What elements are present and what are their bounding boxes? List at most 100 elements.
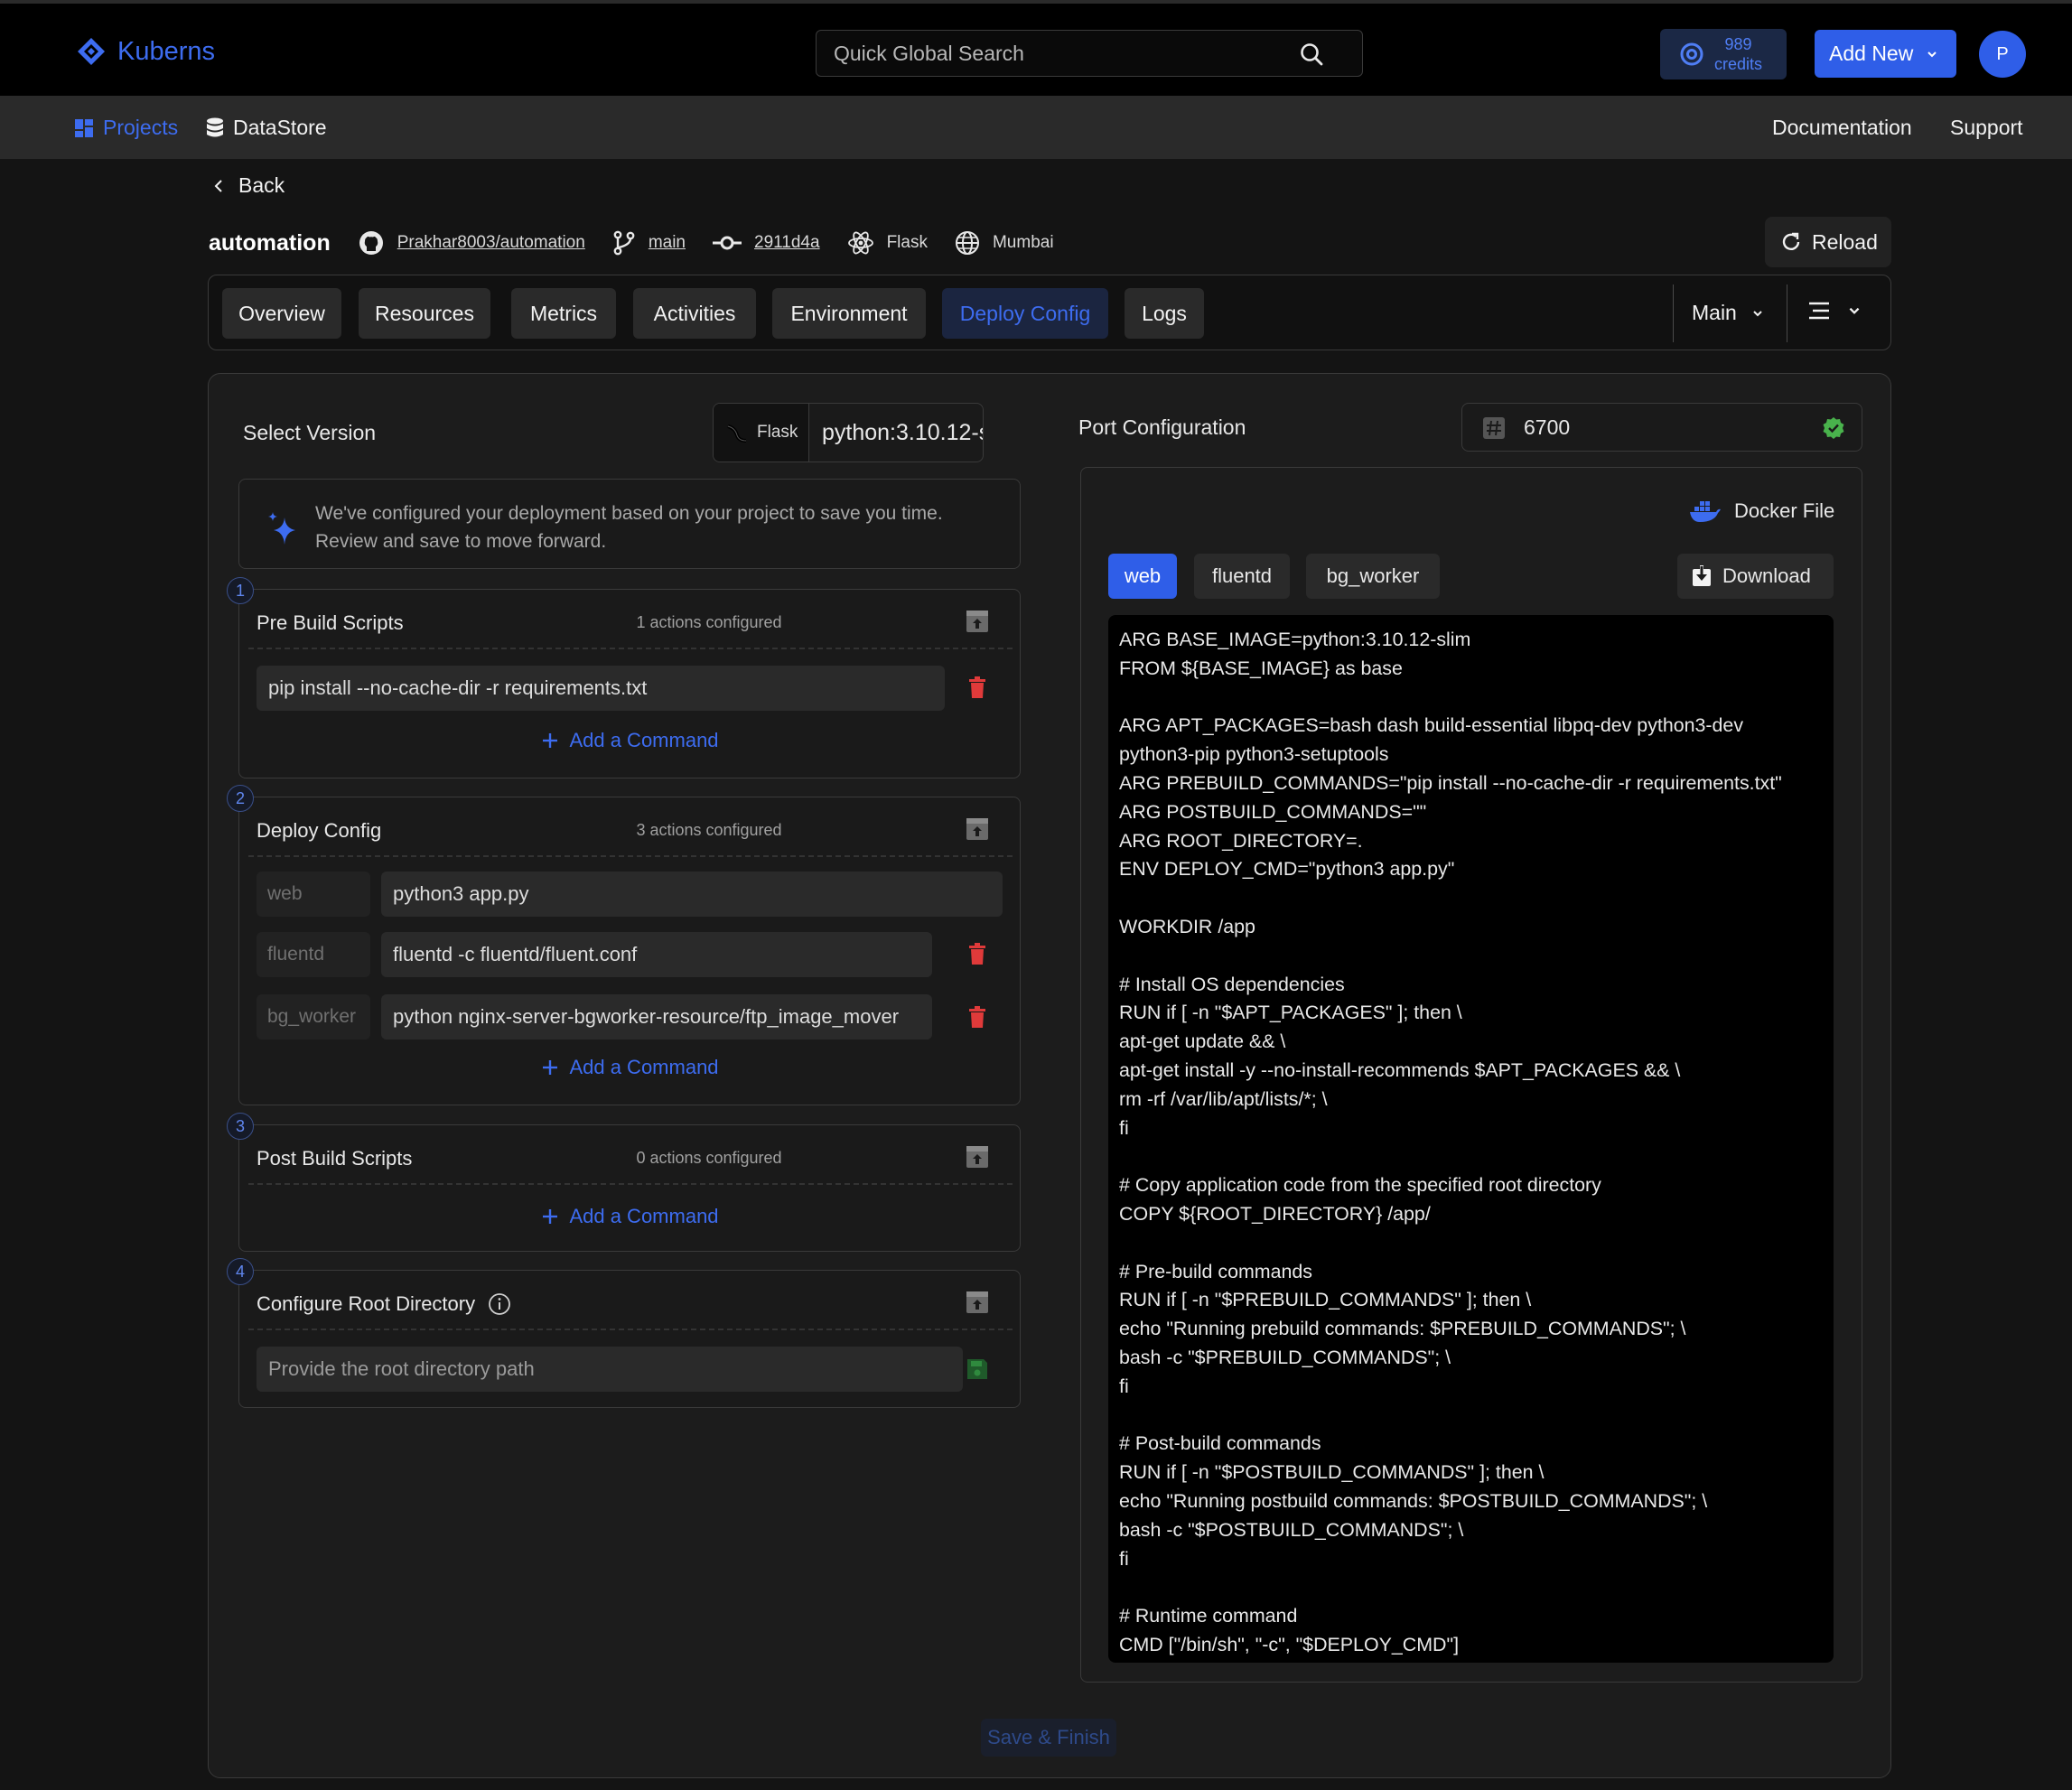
react-atom-icon: [847, 231, 873, 255]
database-icon: [207, 117, 223, 136]
process-name: bg_worker: [257, 994, 370, 1040]
sub-nav: Projects DataStore Documentation Support: [0, 96, 2072, 159]
add-new-button[interactable]: Add New: [1815, 30, 1956, 78]
nav-projects[interactable]: Projects: [74, 116, 178, 140]
tab-environment[interactable]: Environment: [772, 288, 926, 339]
section-title-text: Configure Root Directory: [257, 1292, 476, 1315]
post-build-scripts-section: 3 Post Build Scripts 0 actions configure…: [227, 1113, 1022, 1252]
environment-select[interactable]: Main: [1692, 301, 1764, 325]
command-input[interactable]: pip install --no-cache-dir -r requiremen…: [257, 666, 945, 711]
search-icon[interactable]: [1299, 42, 1324, 67]
git-branch-icon: [613, 230, 635, 256]
section-title: Pre Build Scripts: [257, 611, 404, 634]
framework-badge: Flask: [714, 404, 809, 461]
download-label: Download: [1722, 564, 1811, 587]
archive-icon[interactable]: [966, 1145, 989, 1169]
sparkle-icon: [268, 512, 295, 545]
tab-logs[interactable]: Logs: [1125, 288, 1204, 339]
tab-resources[interactable]: Resources: [359, 288, 490, 339]
dockerfile-panel: Docker File web fluentd bg_worker Downlo…: [1080, 467, 1862, 1683]
region-meta: Mumbai: [955, 230, 1054, 256]
chevron-down-icon: [1927, 51, 1937, 57]
reload-button[interactable]: Reload: [1765, 217, 1891, 267]
add-command-button[interactable]: Add a Command: [239, 1205, 1022, 1228]
process-command-input[interactable]: fluentd -c fluentd/fluent.conf: [381, 932, 932, 977]
tab-deploy-config[interactable]: Deploy Config: [942, 288, 1108, 339]
download-icon: [1693, 565, 1711, 586]
commit-link[interactable]: 2911d4a: [754, 233, 820, 253]
step-number: 1: [227, 577, 254, 604]
nav-support[interactable]: Support: [1950, 116, 2023, 140]
save-finish-button[interactable]: Save & Finish: [981, 1719, 1116, 1757]
plus-icon: [543, 733, 558, 748]
download-button[interactable]: Download: [1677, 554, 1834, 599]
info-icon[interactable]: [488, 1292, 511, 1316]
actions-count: 3 actions configured: [636, 821, 782, 839]
add-command-label: Add a Command: [569, 1056, 719, 1078]
credits-value: 989: [1724, 35, 1752, 53]
options-menu-button[interactable]: [1807, 301, 1862, 321]
docker-icon: [1690, 501, 1721, 522]
chevron-down-icon: [1849, 307, 1860, 314]
credits-badge[interactable]: 989 credits: [1660, 29, 1787, 79]
credits-label: credits: [1714, 55, 1763, 73]
archive-icon[interactable]: [966, 610, 989, 633]
trash-icon[interactable]: [968, 943, 986, 965]
plus-icon: [543, 1060, 558, 1075]
user-avatar[interactable]: P: [1979, 31, 2026, 78]
credits-coin-icon: [1680, 42, 1703, 66]
brand-name: Kuberns: [117, 36, 216, 66]
divider: [248, 648, 1013, 649]
global-search[interactable]: [816, 30, 1363, 77]
framework-name: Flask: [886, 233, 928, 252]
hash-icon: [1483, 417, 1505, 439]
divider: [248, 855, 1013, 857]
nav-projects-label: Projects: [103, 116, 179, 139]
flask-icon: [727, 424, 747, 443]
section-title: Configure Root Directory: [257, 1292, 511, 1316]
version-select[interactable]: Flask python:3.10.12-slim: [713, 403, 984, 462]
plus-icon: [543, 1209, 558, 1224]
branch-meta: main: [612, 230, 686, 256]
deploy-config-panel: Select Version Flask python:3.10.12-slim…: [208, 373, 1891, 1778]
repo-link[interactable]: Prakhar8003/automation: [397, 233, 585, 253]
project-name: automation: [209, 229, 331, 256]
save-icon[interactable]: [966, 1358, 988, 1380]
service-tab-bg-worker[interactable]: bg_worker: [1306, 554, 1440, 599]
port-value: 6700: [1524, 415, 1571, 439]
branch-link[interactable]: main: [649, 233, 686, 253]
tab-overview[interactable]: Overview: [222, 288, 341, 339]
environment-select-value: Main: [1692, 301, 1737, 324]
refresh-icon: [1782, 232, 1800, 250]
nav-datastore[interactable]: DataStore: [206, 116, 327, 140]
process-name: fluentd: [257, 932, 370, 977]
commit-meta: 2911d4a: [713, 233, 820, 253]
project-meta-row: automation Prakhar8003/automation main 2…: [209, 228, 1081, 258]
dockerfile-title: Docker File: [1734, 499, 1835, 522]
root-directory-input[interactable]: [257, 1347, 963, 1392]
back-button[interactable]: Back: [213, 173, 285, 198]
version-value: python:3.10.12-slim: [822, 420, 983, 445]
service-tab-web[interactable]: web: [1108, 554, 1177, 599]
trash-icon[interactable]: [968, 676, 986, 698]
check-badge-icon: [1823, 417, 1844, 439]
step-number: 3: [227, 1113, 254, 1140]
section-title: Post Build Scripts: [257, 1147, 413, 1170]
dockerfile-header: Docker File: [1689, 499, 1834, 524]
add-command-button[interactable]: Add a Command: [239, 1056, 1022, 1079]
search-input[interactable]: [817, 31, 1304, 76]
brand-logo[interactable]: Kuberns: [76, 36, 215, 67]
select-version-label: Select Version: [243, 421, 377, 444]
trash-icon[interactable]: [968, 1006, 986, 1028]
tab-metrics[interactable]: Metrics: [511, 288, 616, 339]
nav-documentation[interactable]: Documentation: [1772, 116, 1912, 140]
service-tab-fluentd[interactable]: fluentd: [1194, 554, 1290, 599]
archive-icon[interactable]: [966, 1291, 989, 1314]
process-command-input[interactable]: python3 app.py: [381, 872, 1003, 917]
tab-activities[interactable]: Activities: [633, 288, 756, 339]
port-input[interactable]: 6700: [1461, 403, 1862, 452]
archive-icon[interactable]: [966, 817, 989, 841]
divider: [248, 1183, 1013, 1185]
process-command-input[interactable]: python nginx-server-bgworker-resource/ft…: [381, 994, 932, 1040]
add-command-button[interactable]: Add a Command: [239, 729, 1022, 752]
